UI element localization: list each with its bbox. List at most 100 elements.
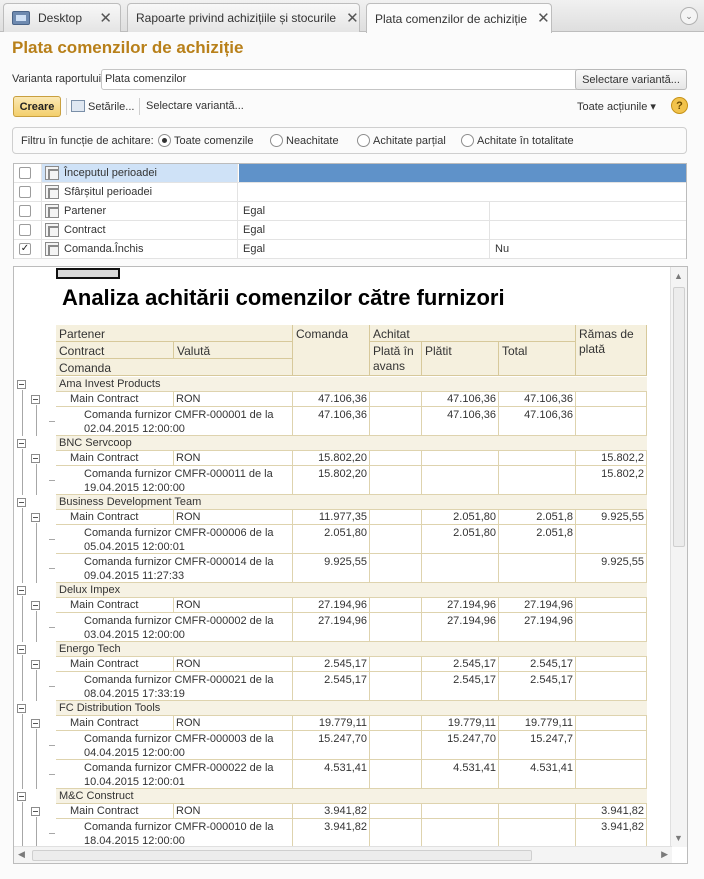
collapse-icon[interactable] (31, 660, 40, 669)
scroll-thumb[interactable] (673, 287, 685, 547)
contract-row[interactable]: Main Contract RON 11.977,35 2.051,80 2.051,8… (56, 510, 647, 525)
close-icon[interactable]: ✕ (99, 11, 112, 26)
scroll-right-icon[interactable]: ▶ (661, 849, 668, 860)
contract-row[interactable]: Main Contract RON 15.802,20 15.802,2 (56, 451, 647, 466)
variant-input[interactable]: Plata comenzilor (101, 69, 579, 90)
collapse-icon[interactable] (31, 395, 40, 404)
help-icon[interactable]: ? (671, 97, 688, 114)
contract-row[interactable]: Main Contract RON 19.779,11 19.779,11 19.779… (56, 716, 647, 731)
order-row[interactable]: Comanda furnizor CMFR-000001 de la 02.04.… (56, 407, 647, 436)
value-cell: 47.106,36 (293, 392, 370, 406)
scroll-thumb[interactable] (32, 850, 532, 861)
settings-row[interactable]: ✓ Comanda.Închis Egal Nu (14, 240, 686, 259)
settings-value-cell[interactable] (239, 183, 686, 201)
create-button[interactable]: Creare (13, 96, 61, 117)
scroll-left-icon[interactable]: ◀ (18, 849, 25, 860)
order-row[interactable]: Comanda furnizor CMFR-000011 de la 19.04.… (56, 466, 647, 495)
contract-row[interactable]: Main Contract RON 27.194,96 27.194,96 27.194… (56, 598, 647, 613)
order-cell: Comanda furnizor CMFR-000014 de la 09.04.… (56, 554, 293, 582)
settings-row[interactable]: Sfârșitul perioadei (14, 183, 686, 202)
settings-comparison[interactable]: Egal (239, 240, 490, 258)
horizontal-scrollbar[interactable]: ◀ ▶ (14, 846, 672, 863)
partner-row[interactable]: Ama Invest Products (56, 377, 647, 392)
partner-row[interactable]: BNC Servcoop (56, 436, 647, 451)
settings-field-name: Comanda.Închis (42, 240, 238, 258)
order-row[interactable]: Comanda furnizor CMFR-000021 de la 08.04.… (56, 672, 647, 701)
settings-value[interactable] (491, 221, 686, 239)
toolbar: Creare Setările... Selectare variantă...… (12, 96, 692, 118)
vertical-scrollbar[interactable]: ▲ ▼ (670, 267, 687, 847)
order-date: 09.04.2015 11:27:33 (84, 570, 185, 582)
contract-row[interactable]: Main Contract RON 2.545,17 2.545,17 2.545,17 (56, 657, 647, 672)
settings-row[interactable]: Începutul perioadei (14, 164, 686, 183)
tree-line (49, 539, 55, 540)
filter-option-partial[interactable]: Achitate parțial (357, 134, 446, 147)
order-row[interactable]: Comanda furnizor CMFR-000003 de la 04.04.… (56, 731, 647, 760)
currency-cell: RON (174, 716, 293, 730)
order-row[interactable]: Comanda furnizor CMFR-000002 de la 03.04.… (56, 613, 647, 642)
close-icon[interactable]: ✕ (537, 11, 550, 26)
collapse-icon[interactable] (17, 498, 26, 507)
select-variant-button[interactable]: Selectare variantă... (575, 69, 687, 90)
partner-row[interactable]: Delux Impex (56, 583, 647, 598)
settings-row[interactable]: Contract Egal (14, 221, 686, 240)
currency-cell: RON (174, 451, 293, 465)
contract-row[interactable]: Main Contract RON 47.106,36 47.106,36 47.106… (56, 392, 647, 407)
tree-line (49, 421, 55, 422)
partner-row[interactable]: FC Distribution Tools (56, 701, 647, 716)
value-cell (576, 407, 647, 435)
contract-row[interactable]: Main Contract RON 3.941,82 3.941,82 (56, 804, 647, 819)
value-cell: 15.802,2 (576, 451, 647, 465)
collapse-icon[interactable] (17, 439, 26, 448)
active-cell[interactable] (56, 268, 120, 279)
tab-reports[interactable]: Rapoarte privind achizițiile și stocuril… (127, 3, 360, 32)
value-cell (422, 466, 499, 494)
value-cell: 9.925,55 (576, 554, 647, 582)
checkbox[interactable] (19, 186, 31, 198)
all-actions-menu[interactable]: Toate acțiunile ▾ (577, 100, 656, 113)
collapse-icon[interactable] (31, 454, 40, 463)
settings-comparison[interactable]: Egal (239, 221, 490, 239)
value-cell (422, 804, 499, 818)
collapse-icon[interactable] (31, 601, 40, 610)
tab-menu-icon[interactable]: ⌄ (680, 7, 698, 25)
collapse-icon[interactable] (31, 513, 40, 522)
settings-row[interactable]: Partener Egal (14, 202, 686, 221)
order-row[interactable]: Comanda furnizor CMFR-000006 de la 05.04.… (56, 525, 647, 554)
checkbox[interactable] (19, 224, 31, 236)
value-cell: 2.545,17 (499, 657, 576, 671)
order-row[interactable]: Comanda furnizor CMFR-000022 de la 10.04.… (56, 760, 647, 789)
collapse-icon[interactable] (17, 380, 26, 389)
filter-option-unpaid[interactable]: Neachitate (270, 134, 339, 147)
collapse-icon[interactable] (17, 586, 26, 595)
select-variant-link[interactable]: Selectare variantă... (146, 100, 244, 112)
settings-value[interactable]: Nu (491, 240, 686, 258)
tab-purchase-payments[interactable]: Plata comenzilor de achiziție ✕ (366, 3, 552, 33)
settings-button[interactable]: Setările... (71, 100, 134, 113)
collapse-icon[interactable] (17, 792, 26, 801)
collapse-icon[interactable] (17, 704, 26, 713)
order-row[interactable]: Comanda furnizor CMFR-000010 de la 18.04.… (56, 819, 647, 848)
partner-row[interactable]: M&C Construct (56, 789, 647, 804)
checkbox[interactable] (19, 167, 31, 179)
partner-row[interactable]: Energo Tech (56, 642, 647, 657)
scroll-down-icon[interactable]: ▼ (674, 833, 683, 843)
filter-option-all[interactable]: Toate comenzile (158, 134, 254, 147)
order-row[interactable]: Comanda furnizor CMFR-000014 de la 09.04.… (56, 554, 647, 583)
collapse-icon[interactable] (31, 719, 40, 728)
checkbox[interactable] (19, 205, 31, 217)
settings-comparison[interactable]: Egal (239, 202, 490, 220)
collapse-icon[interactable] (31, 807, 40, 816)
scroll-up-icon[interactable]: ▲ (674, 271, 683, 281)
report-spreadsheet[interactable]: Analiza achitării comenzilor către furni… (13, 266, 688, 864)
close-icon[interactable]: ✕ (346, 11, 359, 26)
collapse-icon[interactable] (17, 645, 26, 654)
partner-row[interactable]: Business Development Team (56, 495, 647, 510)
tab-desktop[interactable]: Desktop ✕ (3, 3, 121, 32)
filter-option-label: Achitate în totalitate (477, 134, 574, 147)
filter-option-full[interactable]: Achitate în totalitate (461, 134, 574, 147)
checkbox[interactable]: ✓ (19, 243, 31, 255)
settings-value[interactable] (491, 202, 686, 220)
settings-value-cell[interactable] (239, 164, 686, 182)
value-cell: 3.941,82 (576, 819, 647, 847)
